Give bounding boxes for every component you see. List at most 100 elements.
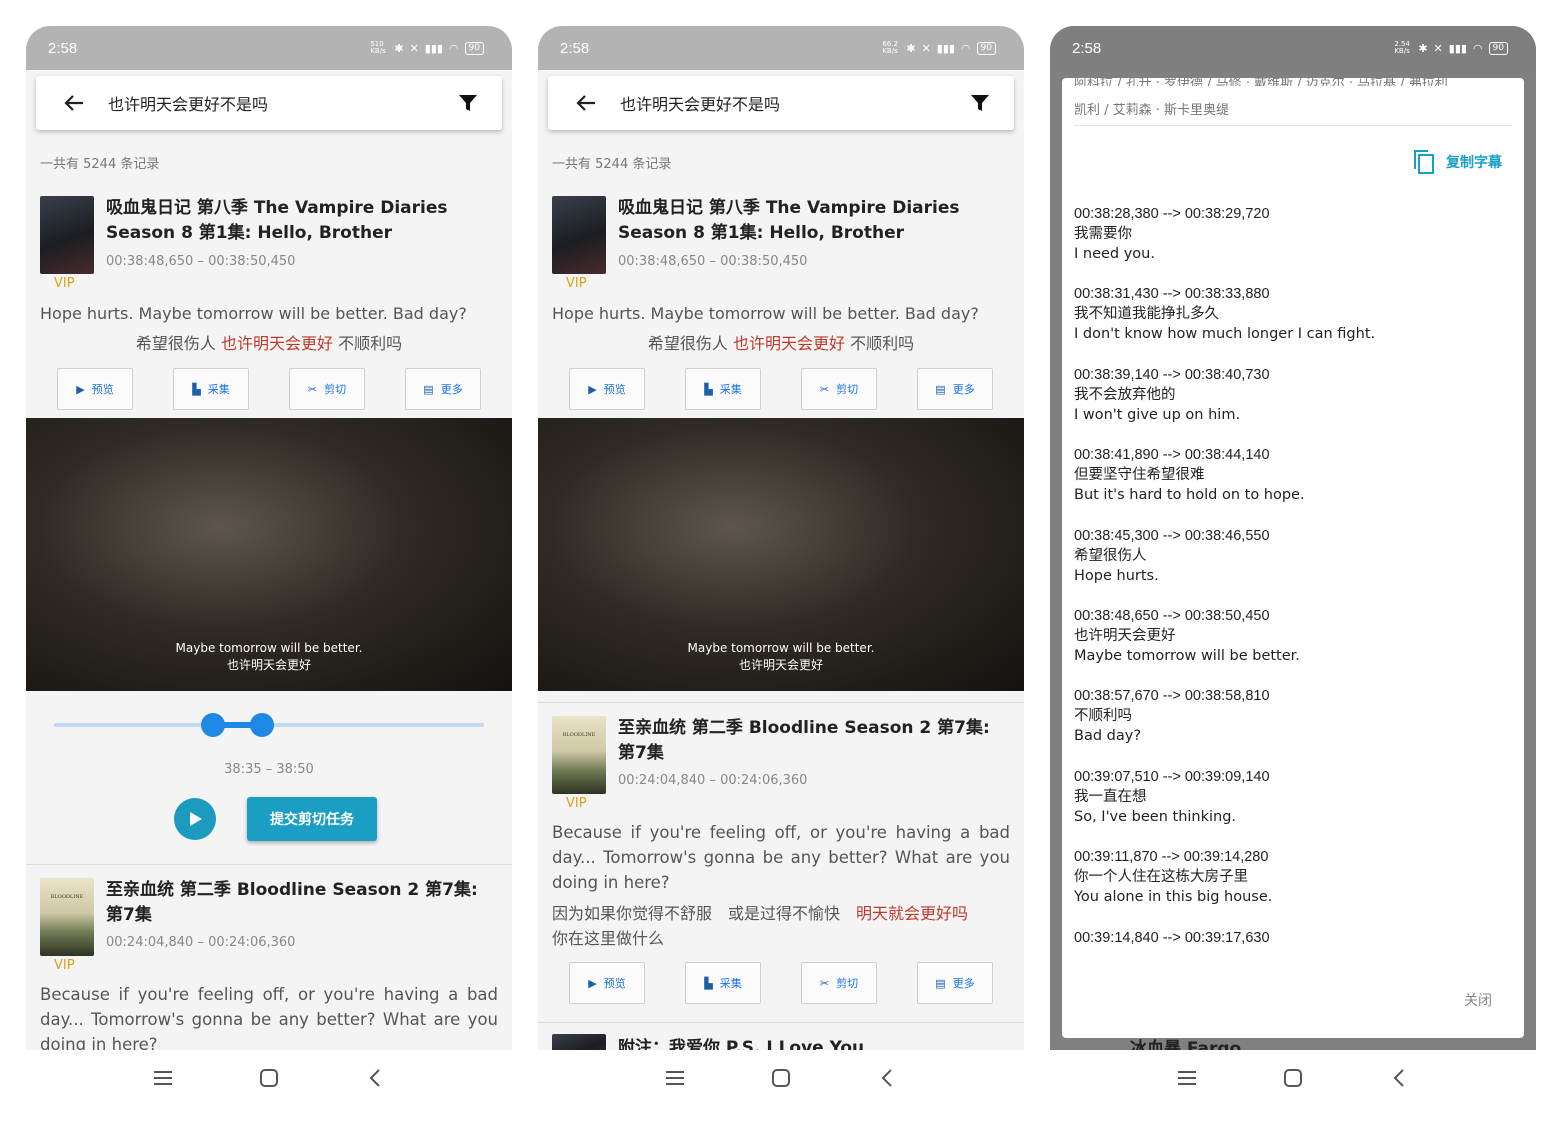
home-icon[interactable] <box>1280 1065 1306 1091</box>
divider <box>538 1022 1024 1023</box>
item-time-range: 00:38:48,650 – 00:38:50,450 <box>106 254 296 269</box>
video-player[interactable]: Maybe tomorrow will be better. 也许明天会更好 <box>538 418 1024 691</box>
range-slider[interactable] <box>54 713 484 737</box>
collect-button[interactable]: ▙ 采集 <box>173 368 249 410</box>
play-icon: ▶ <box>588 382 597 396</box>
vip-badge: VIP <box>54 276 75 291</box>
more-button[interactable]: ▤ 更多 <box>405 368 481 410</box>
play-button[interactable] <box>174 798 216 840</box>
menu-icon[interactable] <box>150 1065 176 1091</box>
menu-icon[interactable] <box>662 1065 688 1091</box>
zh-text: 不顺利吗 <box>850 334 915 353</box>
video-player[interactable]: Maybe tomorrow will be better. 也许明天会更好 <box>26 418 512 691</box>
cue-zh: 也许明天会更好 <box>1074 628 1176 644</box>
button-label: 剪切 <box>324 383 347 396</box>
system-nav-bar <box>538 1050 1024 1106</box>
subtitle-cue: 00:39:07,510 --> 00:39:09,140 我一直在想 So, I'… <box>1074 767 1512 827</box>
cue-zh: 我需要你 <box>1074 226 1132 242</box>
more-button[interactable]: ▤ 更多 <box>917 368 993 410</box>
vip-badge: VIP <box>566 276 587 291</box>
video-subtitle-en: Maybe tomorrow will be better. <box>175 641 363 655</box>
item-time-range: 00:24:04,840 – 00:24:06,360 <box>106 935 296 950</box>
wifi-icon: ◠ <box>448 41 459 55</box>
zh-highlight: 明天就会更好吗 <box>856 904 969 923</box>
search-bar[interactable]: 也许明天会更好不是吗 <box>548 76 1014 130</box>
action-row: ▶ 预览 ▙ 采集 ✂ 剪切 ▤ 更多 <box>57 368 481 410</box>
cue-tc: 00:38:48,650 --> 00:38:50,450 <box>1074 608 1270 624</box>
zh-text: 希望很伤人 <box>647 334 728 353</box>
bluetooth-icon: ✱ <box>1418 41 1428 55</box>
back-icon[interactable] <box>362 1065 388 1091</box>
phone-screen-2: 2:58 66.2 KB/s ✱ ✕ ▮▮▮ ◠ 90 也许明天会更好不是吗 一… <box>538 26 1024 1050</box>
cut-button[interactable]: ✂ 剪切 <box>801 368 877 410</box>
video-subtitle: Maybe tomorrow will be better. 也许明天会更好 <box>538 640 1024 674</box>
copy-subtitles-button[interactable]: 复制字幕 <box>1412 149 1502 175</box>
menu-icon[interactable] <box>1174 1065 1200 1091</box>
vip-badge: VIP <box>54 958 75 973</box>
cue-tc: 00:38:39,140 --> 00:38:40,730 <box>1074 366 1270 383</box>
close-button[interactable]: 关闭 <box>1464 990 1492 1010</box>
cue-tc: 00:38:57,670 --> 00:38:58,810 <box>1074 688 1270 705</box>
more-button[interactable]: ▤ 更多 <box>917 962 993 1004</box>
cut-button[interactable]: ✂ 剪切 <box>289 368 365 410</box>
button-label: 更多 <box>952 383 975 396</box>
signal-icon: ▮▮▮ <box>1448 41 1467 55</box>
filter-icon[interactable] <box>448 83 488 123</box>
cue-en: Hope hurts. <box>1074 567 1159 584</box>
back-icon[interactable] <box>1386 1065 1412 1091</box>
collect-button[interactable]: ▙ 采集 <box>685 368 761 410</box>
vip-badge: VIP <box>566 796 587 811</box>
battery-icon: 90 <box>464 41 484 55</box>
cue-zh: 但要坚守住希望很难 <box>1074 467 1205 484</box>
back-arrow-icon[interactable] <box>564 81 608 125</box>
poster-text: BLOODLINE <box>50 894 84 900</box>
item-subtitle-zh: 因为如果你觉得不舒服 或是过得不愉快 明天就会更好吗 你在这里做什么 <box>552 901 1010 951</box>
copy-label: 复制字幕 <box>1446 155 1502 171</box>
preview-button[interactable]: ▶ 预览 <box>569 368 645 410</box>
action-row: ▶ 预览 ▙ 采集 ✂ 剪切 ▤ 更多 <box>569 368 993 410</box>
search-query[interactable]: 也许明天会更好不是吗 <box>620 91 960 115</box>
filter-icon[interactable] <box>960 83 1000 123</box>
cue-en: I don't know how much longer I can fight… <box>1074 326 1376 343</box>
submit-cut-button[interactable]: 提交剪切任务 <box>247 797 377 841</box>
back-icon[interactable] <box>874 1065 900 1091</box>
back-arrow-icon[interactable] <box>52 81 96 125</box>
subtitle-cue: 00:39:11,870 --> 00:39:14,280 你一个人住在这栋大房子… <box>1074 847 1512 907</box>
cue-en: But it's hard to hold on to hope. <box>1074 487 1305 504</box>
item-subtitle-en: Because if you're feeling off, or you're… <box>552 823 1010 892</box>
poster-image: BLOODLINE <box>40 878 94 956</box>
slider-end-handle[interactable] <box>250 713 274 737</box>
result-count: 一共有 5244 条记录 <box>40 157 160 172</box>
cue-en: I need you. <box>1074 246 1155 262</box>
preview-button[interactable]: ▶ 预览 <box>57 368 133 410</box>
subtitle-cue: 00:38:31,430 --> 00:38:33,880 我不知道我能挣扎多久 I… <box>1074 284 1512 344</box>
subtitle-dialog: 阿科拉 / 孔升 · 罗伊德 / 马修 · 戴维斯 / 迈克尔 · 马拉基 / … <box>1062 78 1524 1038</box>
search-query[interactable]: 也许明天会更好不是吗 <box>108 91 448 115</box>
battery-icon: 90 <box>976 41 996 55</box>
cut-button[interactable]: ✂ 剪切 <box>801 962 877 1004</box>
collect-button[interactable]: ▙ 采集 <box>685 962 761 1004</box>
preview-button[interactable]: ▶ 预览 <box>569 962 645 1004</box>
result-count: 一共有 5244 条记录 <box>552 157 672 172</box>
search-bar[interactable]: 也许明天会更好不是吗 <box>36 76 502 130</box>
zh-highlight: 也许明天会更好 <box>732 334 845 353</box>
status-time: 2:58 <box>560 39 590 57</box>
net-speed: 66.2 KB/s <box>882 40 898 55</box>
scissors-icon: ✂ <box>819 976 830 990</box>
wifi-off-icon: ✕ <box>409 41 419 55</box>
status-time: 2:58 <box>48 39 78 57</box>
home-icon[interactable] <box>768 1065 794 1091</box>
zh-text: 因为如果你觉得不舒服 或是过得不愉快 <box>552 904 841 923</box>
play-icon: ▶ <box>76 382 85 396</box>
wifi-off-icon: ✕ <box>921 41 931 55</box>
zh-text: 不顺利吗 <box>338 334 403 353</box>
item-subtitle-en: Hope hurts. Maybe tomorrow will be bette… <box>40 304 467 323</box>
button-label: 采集 <box>719 977 742 990</box>
home-icon[interactable] <box>256 1065 282 1091</box>
button-label: 更多 <box>440 383 463 396</box>
item-time-range: 00:38:48,650 – 00:38:50,450 <box>618 254 808 269</box>
item-title: 至亲血统 第二季 Bloodline Season 2 第7集: 第7集 <box>618 718 990 763</box>
button-label: 预览 <box>91 383 114 396</box>
button-label: 采集 <box>719 383 742 396</box>
system-nav-bar <box>1050 1050 1536 1106</box>
